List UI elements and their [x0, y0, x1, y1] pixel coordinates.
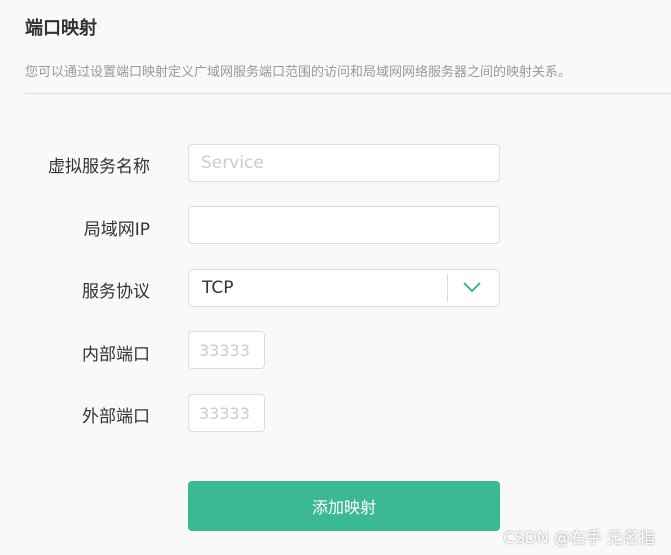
divider: [25, 93, 671, 94]
select-separator: [447, 274, 448, 302]
protocol-label: 服务协议: [82, 282, 150, 302]
service-name-label: 虚拟服务名称: [48, 157, 150, 177]
lan-ip-label: 局域网IP: [83, 220, 150, 240]
page-title: 端口映射: [25, 18, 97, 39]
protocol-value: TCP: [202, 278, 234, 298]
lan-ip-input[interactable]: [188, 206, 500, 244]
service-name-input[interactable]: [188, 144, 500, 182]
watermark: CSDN @右手 无名指: [503, 528, 655, 547]
external-port-input[interactable]: [188, 394, 265, 432]
internal-port-input[interactable]: [188, 331, 265, 369]
add-mapping-button[interactable]: 添加映射: [188, 481, 500, 531]
page-description: 您可以通过设置端口映射定义广域网服务端口范围的访问和局域网网络服务器之间的映射关…: [25, 65, 572, 80]
external-port-label: 外部端口: [82, 407, 150, 427]
protocol-select[interactable]: TCP: [188, 269, 500, 307]
chevron-down-icon: [463, 282, 481, 293]
internal-port-label: 内部端口: [82, 345, 150, 365]
